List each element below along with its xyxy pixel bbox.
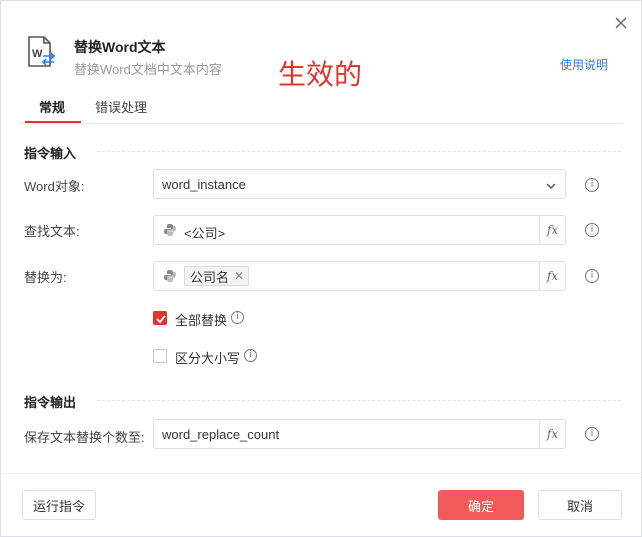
info-icon[interactable]: i bbox=[585, 269, 599, 283]
help-link[interactable]: 使用说明 bbox=[560, 56, 608, 73]
replace-with-label: 替换为: bbox=[24, 270, 67, 285]
case-sensitive-checkbox[interactable] bbox=[153, 349, 167, 363]
replace-all-label[interactable]: 全部替换 bbox=[175, 310, 227, 329]
replace-with-input[interactable]: 公司名 ✕ fx bbox=[153, 261, 566, 291]
case-sensitive-label[interactable]: 区分大小写 bbox=[175, 348, 240, 367]
footer-divider bbox=[1, 473, 642, 474]
word-replace-icon: W bbox=[27, 36, 57, 68]
python-icon bbox=[163, 269, 177, 283]
word-object-select[interactable]: word_instance bbox=[153, 169, 566, 199]
word-object-value: word_instance bbox=[162, 177, 246, 192]
run-command-button[interactable]: 运行指令 bbox=[22, 490, 96, 520]
save-count-value: word_replace_count bbox=[162, 427, 280, 442]
replace-word-text-dialog: W 替换Word文本 替换Word文档中文本内容 生效的 使用说明 常规 错误处… bbox=[0, 0, 642, 537]
dialog-title: 替换Word文本 bbox=[74, 39, 166, 55]
section-divider bbox=[97, 151, 621, 152]
dialog-subtitle: 替换Word文档中文本内容 bbox=[74, 62, 222, 77]
info-icon[interactable]: i bbox=[585, 178, 599, 192]
variable-tag-label: 公司名 bbox=[190, 269, 230, 285]
save-count-input[interactable]: word_replace_count fx bbox=[153, 419, 566, 449]
info-icon[interactable]: i bbox=[585, 427, 599, 441]
replace-all-checkbox[interactable] bbox=[153, 311, 167, 325]
find-text-value: <公司> bbox=[184, 226, 226, 241]
expression-button[interactable]: fx bbox=[539, 420, 565, 448]
info-icon[interactable]: i bbox=[231, 311, 244, 324]
section-title-input: 指令输入 bbox=[24, 146, 77, 161]
cancel-button[interactable]: 取消 bbox=[538, 490, 622, 520]
status-annotation: 生效的 bbox=[278, 58, 363, 91]
section-divider bbox=[97, 400, 621, 401]
save-count-label: 保存文本替换个数至: bbox=[24, 430, 145, 445]
tab-general[interactable]: 常规 bbox=[39, 97, 65, 116]
confirm-button[interactable]: 确定 bbox=[438, 490, 524, 520]
expression-button[interactable]: fx bbox=[539, 216, 565, 244]
section-title-output: 指令输出 bbox=[24, 395, 77, 410]
tab-error-handling[interactable]: 错误处理 bbox=[95, 97, 147, 116]
info-icon[interactable]: i bbox=[244, 349, 257, 362]
find-text-label: 查找文本: bbox=[24, 224, 80, 239]
expression-button[interactable]: fx bbox=[539, 262, 565, 290]
close-icon[interactable] bbox=[613, 15, 629, 31]
python-icon bbox=[163, 223, 177, 237]
tag-close-icon[interactable]: ✕ bbox=[234, 269, 244, 283]
find-text-input[interactable]: <公司> fx bbox=[153, 215, 566, 245]
svg-text:W: W bbox=[32, 48, 43, 60]
tabs-divider bbox=[19, 123, 623, 124]
word-object-label: Word对象: bbox=[24, 179, 85, 194]
variable-tag[interactable]: 公司名 ✕ bbox=[184, 266, 250, 286]
info-icon[interactable]: i bbox=[585, 223, 599, 237]
chevron-down-icon[interactable] bbox=[545, 179, 557, 189]
